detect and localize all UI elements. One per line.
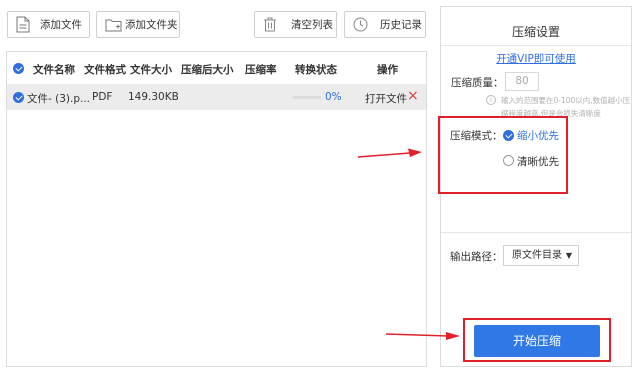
vip-link[interactable]: 开通VIP即可使用 bbox=[441, 51, 631, 66]
file-list-panel: 文件名称 文件格式 文件大小 压缩后大小 压缩率 转换状态 操作 文件- (3)… bbox=[6, 51, 427, 367]
delete-icon[interactable]: × bbox=[407, 88, 419, 104]
add-file-label: 添加文件 bbox=[40, 19, 82, 31]
divider bbox=[441, 45, 631, 46]
history-button[interactable]: 历史记录 bbox=[344, 11, 426, 38]
quality-input[interactable]: 80 bbox=[505, 72, 539, 91]
clear-list-button[interactable]: 清空列表 bbox=[254, 11, 337, 38]
header-compressed-size: 压缩后大小 bbox=[181, 64, 234, 76]
settings-title: 压缩设置 bbox=[511, 25, 560, 39]
annotation-arrow-icon bbox=[358, 148, 422, 158]
info-icon: i bbox=[486, 95, 496, 105]
header-format: 文件格式 bbox=[84, 64, 126, 76]
folder-add-icon bbox=[105, 19, 122, 31]
row-filename: 文件- (3).p... bbox=[27, 93, 91, 105]
add-file-button[interactable]: 添加文件 bbox=[7, 11, 90, 38]
row-format: PDF bbox=[92, 91, 113, 103]
row-progress: 0% bbox=[325, 91, 342, 103]
annotation-box-mode bbox=[438, 116, 568, 194]
header-filename: 文件名称 bbox=[33, 64, 75, 76]
row-checkbox[interactable] bbox=[13, 92, 24, 103]
output-path-value: 原文件目录 bbox=[512, 250, 562, 261]
history-label: 历史记录 bbox=[380, 19, 422, 31]
file-icon bbox=[16, 16, 30, 33]
progress-bar bbox=[293, 96, 321, 99]
header-action: 操作 bbox=[377, 64, 398, 76]
output-path-label: 输出路径： bbox=[450, 251, 503, 263]
quality-label: 压缩质量： bbox=[451, 77, 504, 89]
open-file-link[interactable]: 打开文件 bbox=[365, 91, 407, 106]
table-header: 文件名称 文件格式 文件大小 压缩后大小 压缩率 转换状态 操作 bbox=[7, 52, 426, 84]
header-size: 文件大小 bbox=[130, 64, 172, 76]
output-path-select[interactable]: 原文件目录 ▼ bbox=[503, 245, 579, 266]
table-row[interactable]: 文件- (3).p... PDF 149.30KB 0% 打开文件 × bbox=[7, 84, 426, 110]
select-all-checkbox[interactable] bbox=[13, 63, 24, 74]
add-folder-label: 添加文件夹 bbox=[125, 19, 178, 31]
header-rate: 压缩率 bbox=[245, 64, 277, 76]
caret-down-icon: ▼ bbox=[565, 251, 572, 260]
add-folder-button[interactable]: 添加文件夹 bbox=[96, 11, 180, 38]
row-size: 149.30KB bbox=[128, 91, 179, 103]
trash-icon bbox=[264, 17, 276, 32]
annotation-box-start bbox=[463, 318, 611, 362]
divider bbox=[441, 232, 631, 233]
clock-icon bbox=[353, 17, 368, 32]
annotation-arrow-icon bbox=[386, 332, 460, 340]
clear-list-label: 清空列表 bbox=[291, 19, 333, 31]
header-status: 转换状态 bbox=[295, 64, 337, 76]
